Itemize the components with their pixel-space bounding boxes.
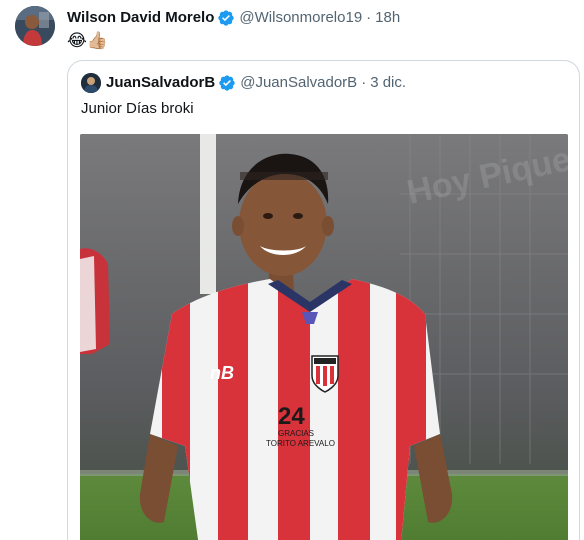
quoted-tweet[interactable]: JuanSalvadorB @JuanSalvadorB · 3 dic. Ju… xyxy=(67,60,580,540)
separator: · xyxy=(361,74,367,91)
quoted-text: Junior Días broki xyxy=(81,100,194,117)
quoted-author-name[interactable]: JuanSalvadorB xyxy=(106,73,215,93)
tweet-header: Wilson David Morelo @Wilsonmorelo19 · 18… xyxy=(67,8,574,28)
author-avatar[interactable] xyxy=(15,6,55,46)
quoted-author-avatar[interactable] xyxy=(81,73,101,93)
tweet-text: 😂👍🏼 xyxy=(67,31,109,50)
quoted-photo[interactable]: Hoy Pique Sport xyxy=(80,134,568,540)
tweet[interactable]: Wilson David Morelo @Wilsonmorelo19 · 18… xyxy=(0,0,584,540)
verified-badge-icon xyxy=(218,74,236,92)
jersey-number: 24 xyxy=(278,403,305,430)
jersey-text-line1: GRACIAS xyxy=(278,429,314,438)
author-name[interactable]: Wilson David Morelo xyxy=(67,8,214,28)
quoted-timestamp[interactable]: 3 dic. xyxy=(370,73,406,93)
separator: · xyxy=(366,9,372,26)
jersey-text-line2: TORITO AREVALO xyxy=(266,439,335,448)
verified-badge-icon xyxy=(217,9,235,27)
author-handle[interactable]: @Wilsonmorelo19 xyxy=(239,8,362,28)
quoted-author-handle[interactable]: @JuanSalvadorB xyxy=(240,73,357,93)
tweet-timestamp[interactable]: 18h xyxy=(375,8,400,28)
quoted-header: JuanSalvadorB @JuanSalvadorB · 3 dic. xyxy=(106,73,406,93)
pole xyxy=(200,134,216,294)
brand-logo: nB xyxy=(210,363,234,383)
